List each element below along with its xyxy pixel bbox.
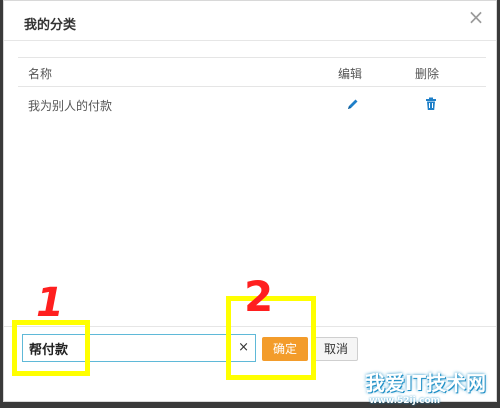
- annotation-number-2: 2: [244, 272, 274, 321]
- category-name: 我为别人的付款: [28, 99, 113, 113]
- table-row: 我为别人的付款: [18, 87, 486, 121]
- category-table: 名称 编辑 删除 我为别人的付款: [18, 57, 486, 121]
- pencil-icon[interactable]: [346, 97, 360, 111]
- cancel-button[interactable]: 取消: [314, 337, 358, 361]
- highlight-box-1: [12, 320, 90, 376]
- trash-icon[interactable]: [424, 97, 438, 111]
- column-header-delete: 删除: [415, 67, 440, 81]
- close-icon[interactable]: ×: [466, 7, 486, 27]
- column-header-edit: 编辑: [338, 67, 363, 81]
- dialog-title: 我的分类: [24, 18, 77, 33]
- watermark-url: www.52ij.com: [369, 396, 440, 406]
- table-header: 名称 编辑 删除: [18, 57, 486, 87]
- annotation-number-1: 1: [36, 280, 64, 326]
- watermark-logo: 我爱IT技术网: [364, 371, 486, 395]
- column-header-name: 名称: [28, 67, 53, 81]
- dialog-header: 我的分类 ×: [4, 1, 496, 41]
